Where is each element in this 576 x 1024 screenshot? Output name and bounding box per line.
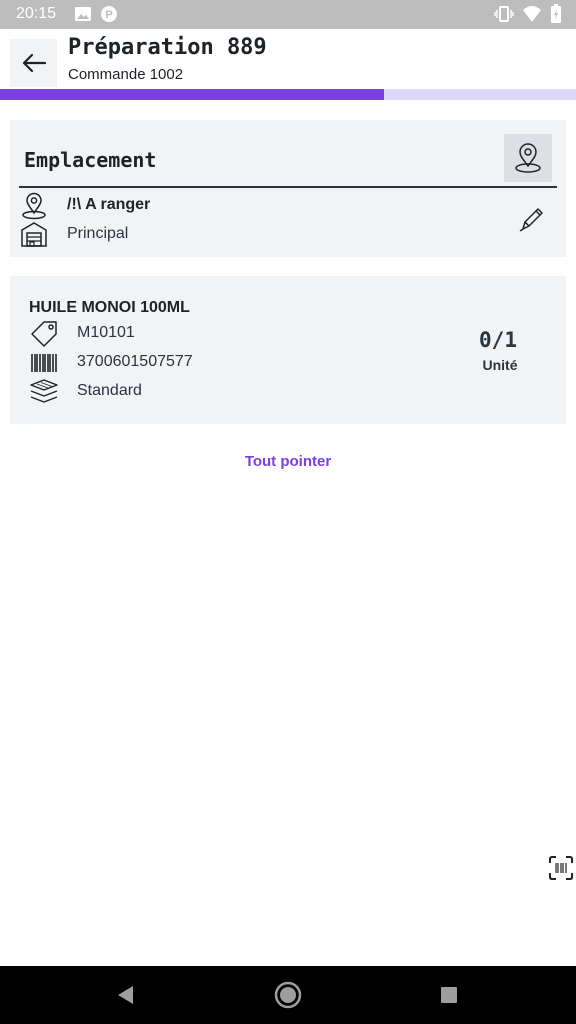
svg-text:P: P — [105, 9, 112, 21]
status-time: 20:15 — [16, 5, 57, 22]
location-card: Emplacement /!\ A ranger Principal — [10, 120, 566, 257]
product-card[interactable]: HUILE MONOI 100ML M10101 3700601507577 S… — [10, 276, 566, 424]
image-icon — [75, 7, 91, 21]
parking-icon: P — [101, 6, 117, 22]
location-name: /!\ A ranger — [67, 196, 151, 213]
warehouse-icon — [21, 222, 47, 247]
pencil-icon — [519, 208, 543, 232]
locate-button[interactable] — [504, 134, 552, 182]
app-header: Préparation 889 Commande 1002 — [0, 29, 576, 89]
location-divider — [19, 186, 557, 188]
quantity-unit: Unité — [482, 357, 518, 373]
product-reference: M10101 — [77, 324, 135, 341]
vibrate-icon — [494, 6, 514, 22]
wifi-icon — [523, 6, 541, 22]
layers-icon — [30, 379, 58, 403]
nav-recents-button[interactable] — [434, 980, 464, 1010]
barcode-icon — [31, 354, 57, 372]
battery-icon — [551, 4, 561, 23]
nav-back-button[interactable] — [110, 980, 140, 1010]
edit-location-button[interactable] — [514, 202, 548, 236]
location-title: Emplacement — [24, 148, 157, 172]
page-title: Préparation 889 — [68, 35, 267, 60]
triangle-back-icon — [118, 986, 133, 1004]
back-button[interactable] — [10, 39, 57, 87]
product-reference-row: M10101 — [29, 320, 329, 348]
arrow-left-icon — [22, 53, 46, 73]
location-zone: Principal — [67, 225, 129, 242]
product-barcode: 3700601507577 — [77, 353, 193, 370]
product-barcode-row: 3700601507577 — [29, 349, 329, 377]
nav-home-button[interactable] — [273, 980, 303, 1010]
tout-pointer-button[interactable]: Tout pointer — [0, 453, 576, 470]
picked-quantity: 0/1 — [479, 328, 517, 352]
order-subtitle: Commande 1002 — [68, 66, 184, 83]
square-recents-icon — [441, 987, 457, 1003]
home-circle-icon — [274, 981, 302, 1009]
product-packaging: Standard — [77, 382, 142, 399]
scan-barcode-icon[interactable] — [548, 855, 574, 881]
progress-fill — [0, 89, 385, 100]
preparation-progress — [0, 89, 576, 100]
system-navigation-bar — [0, 966, 576, 1024]
status-bar: 20:15 P — [0, 0, 576, 29]
product-name: HUILE MONOI 100ML — [29, 299, 190, 316]
product-packaging-row: Standard — [29, 378, 329, 406]
map-pin-icon — [515, 143, 541, 173]
tag-icon — [31, 321, 57, 347]
map-pin-icon — [22, 192, 46, 220]
